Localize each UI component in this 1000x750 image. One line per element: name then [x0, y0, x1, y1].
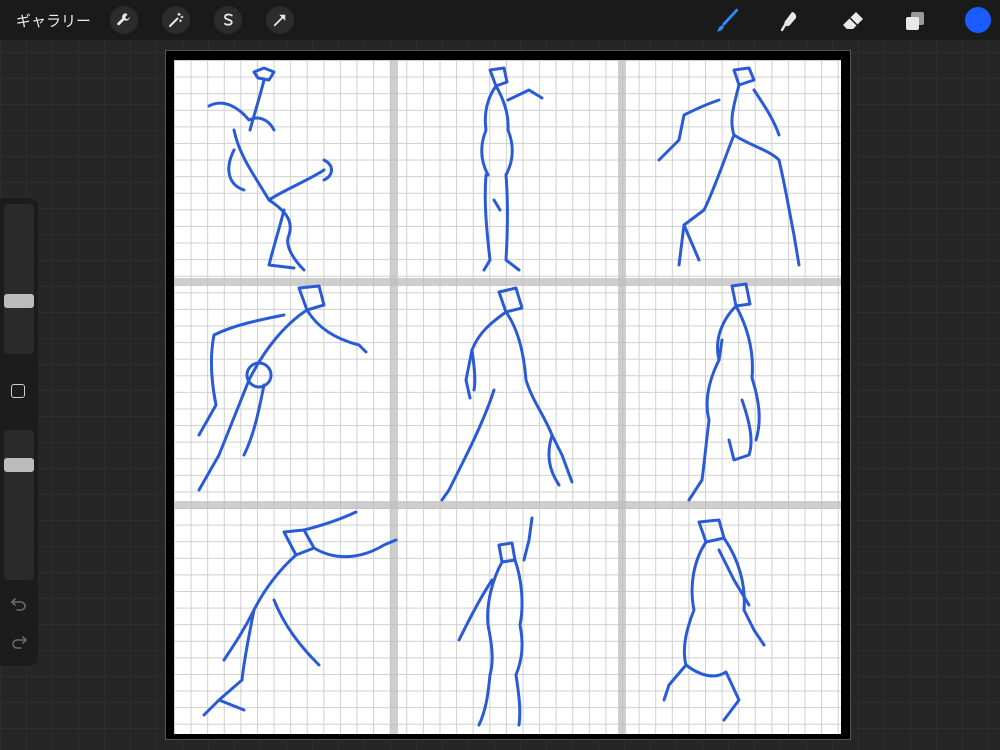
- brush-tool-button[interactable]: [712, 6, 742, 36]
- adjustments-button[interactable]: [162, 6, 190, 34]
- left-sidebar: [0, 198, 38, 666]
- modify-button[interactable]: [11, 384, 25, 398]
- smudge-tool-button[interactable]: [775, 6, 805, 36]
- gallery-button[interactable]: ギャラリー: [16, 10, 91, 31]
- opacity-slider[interactable]: [4, 430, 34, 580]
- gesture-sketches: [197, 66, 801, 727]
- transform-button[interactable]: [266, 6, 294, 34]
- opacity-thumb[interactable]: [4, 458, 34, 472]
- gesture-figure-7: [202, 510, 398, 717]
- smudge-icon: [780, 12, 797, 32]
- wrench-icon: [117, 13, 130, 26]
- brush-icon: [717, 8, 739, 32]
- selection-button[interactable]: [214, 6, 242, 34]
- gesture-figure-2: [480, 66, 544, 272]
- gesture-figure-9: [662, 518, 766, 722]
- gesture-figure-3: [657, 66, 801, 267]
- gesture-figure-8: [457, 516, 534, 727]
- gesture-figure-4: [197, 284, 368, 492]
- eraser-icon: [843, 12, 863, 29]
- selection-s-icon: [224, 13, 233, 26]
- brush-size-thumb[interactable]: [4, 294, 34, 308]
- color-picker-button[interactable]: [965, 7, 991, 33]
- transform-arrow-icon: [273, 14, 286, 27]
- layers-icon: [906, 12, 924, 30]
- brush-size-slider[interactable]: [4, 204, 34, 354]
- gesture-figure-5: [440, 286, 574, 502]
- eraser-tool-button[interactable]: [838, 6, 868, 36]
- magic-wand-icon: [169, 12, 184, 27]
- layers-button[interactable]: [900, 6, 930, 36]
- undo-icon[interactable]: [9, 596, 29, 612]
- actions-button[interactable]: [110, 6, 138, 34]
- redo-icon[interactable]: [9, 634, 29, 650]
- drawing-canvas[interactable]: [174, 60, 841, 734]
- gesture-figure-1: [207, 66, 333, 272]
- gesture-figure-6: [687, 282, 761, 502]
- top-toolbar: ギャラリー: [0, 0, 1000, 40]
